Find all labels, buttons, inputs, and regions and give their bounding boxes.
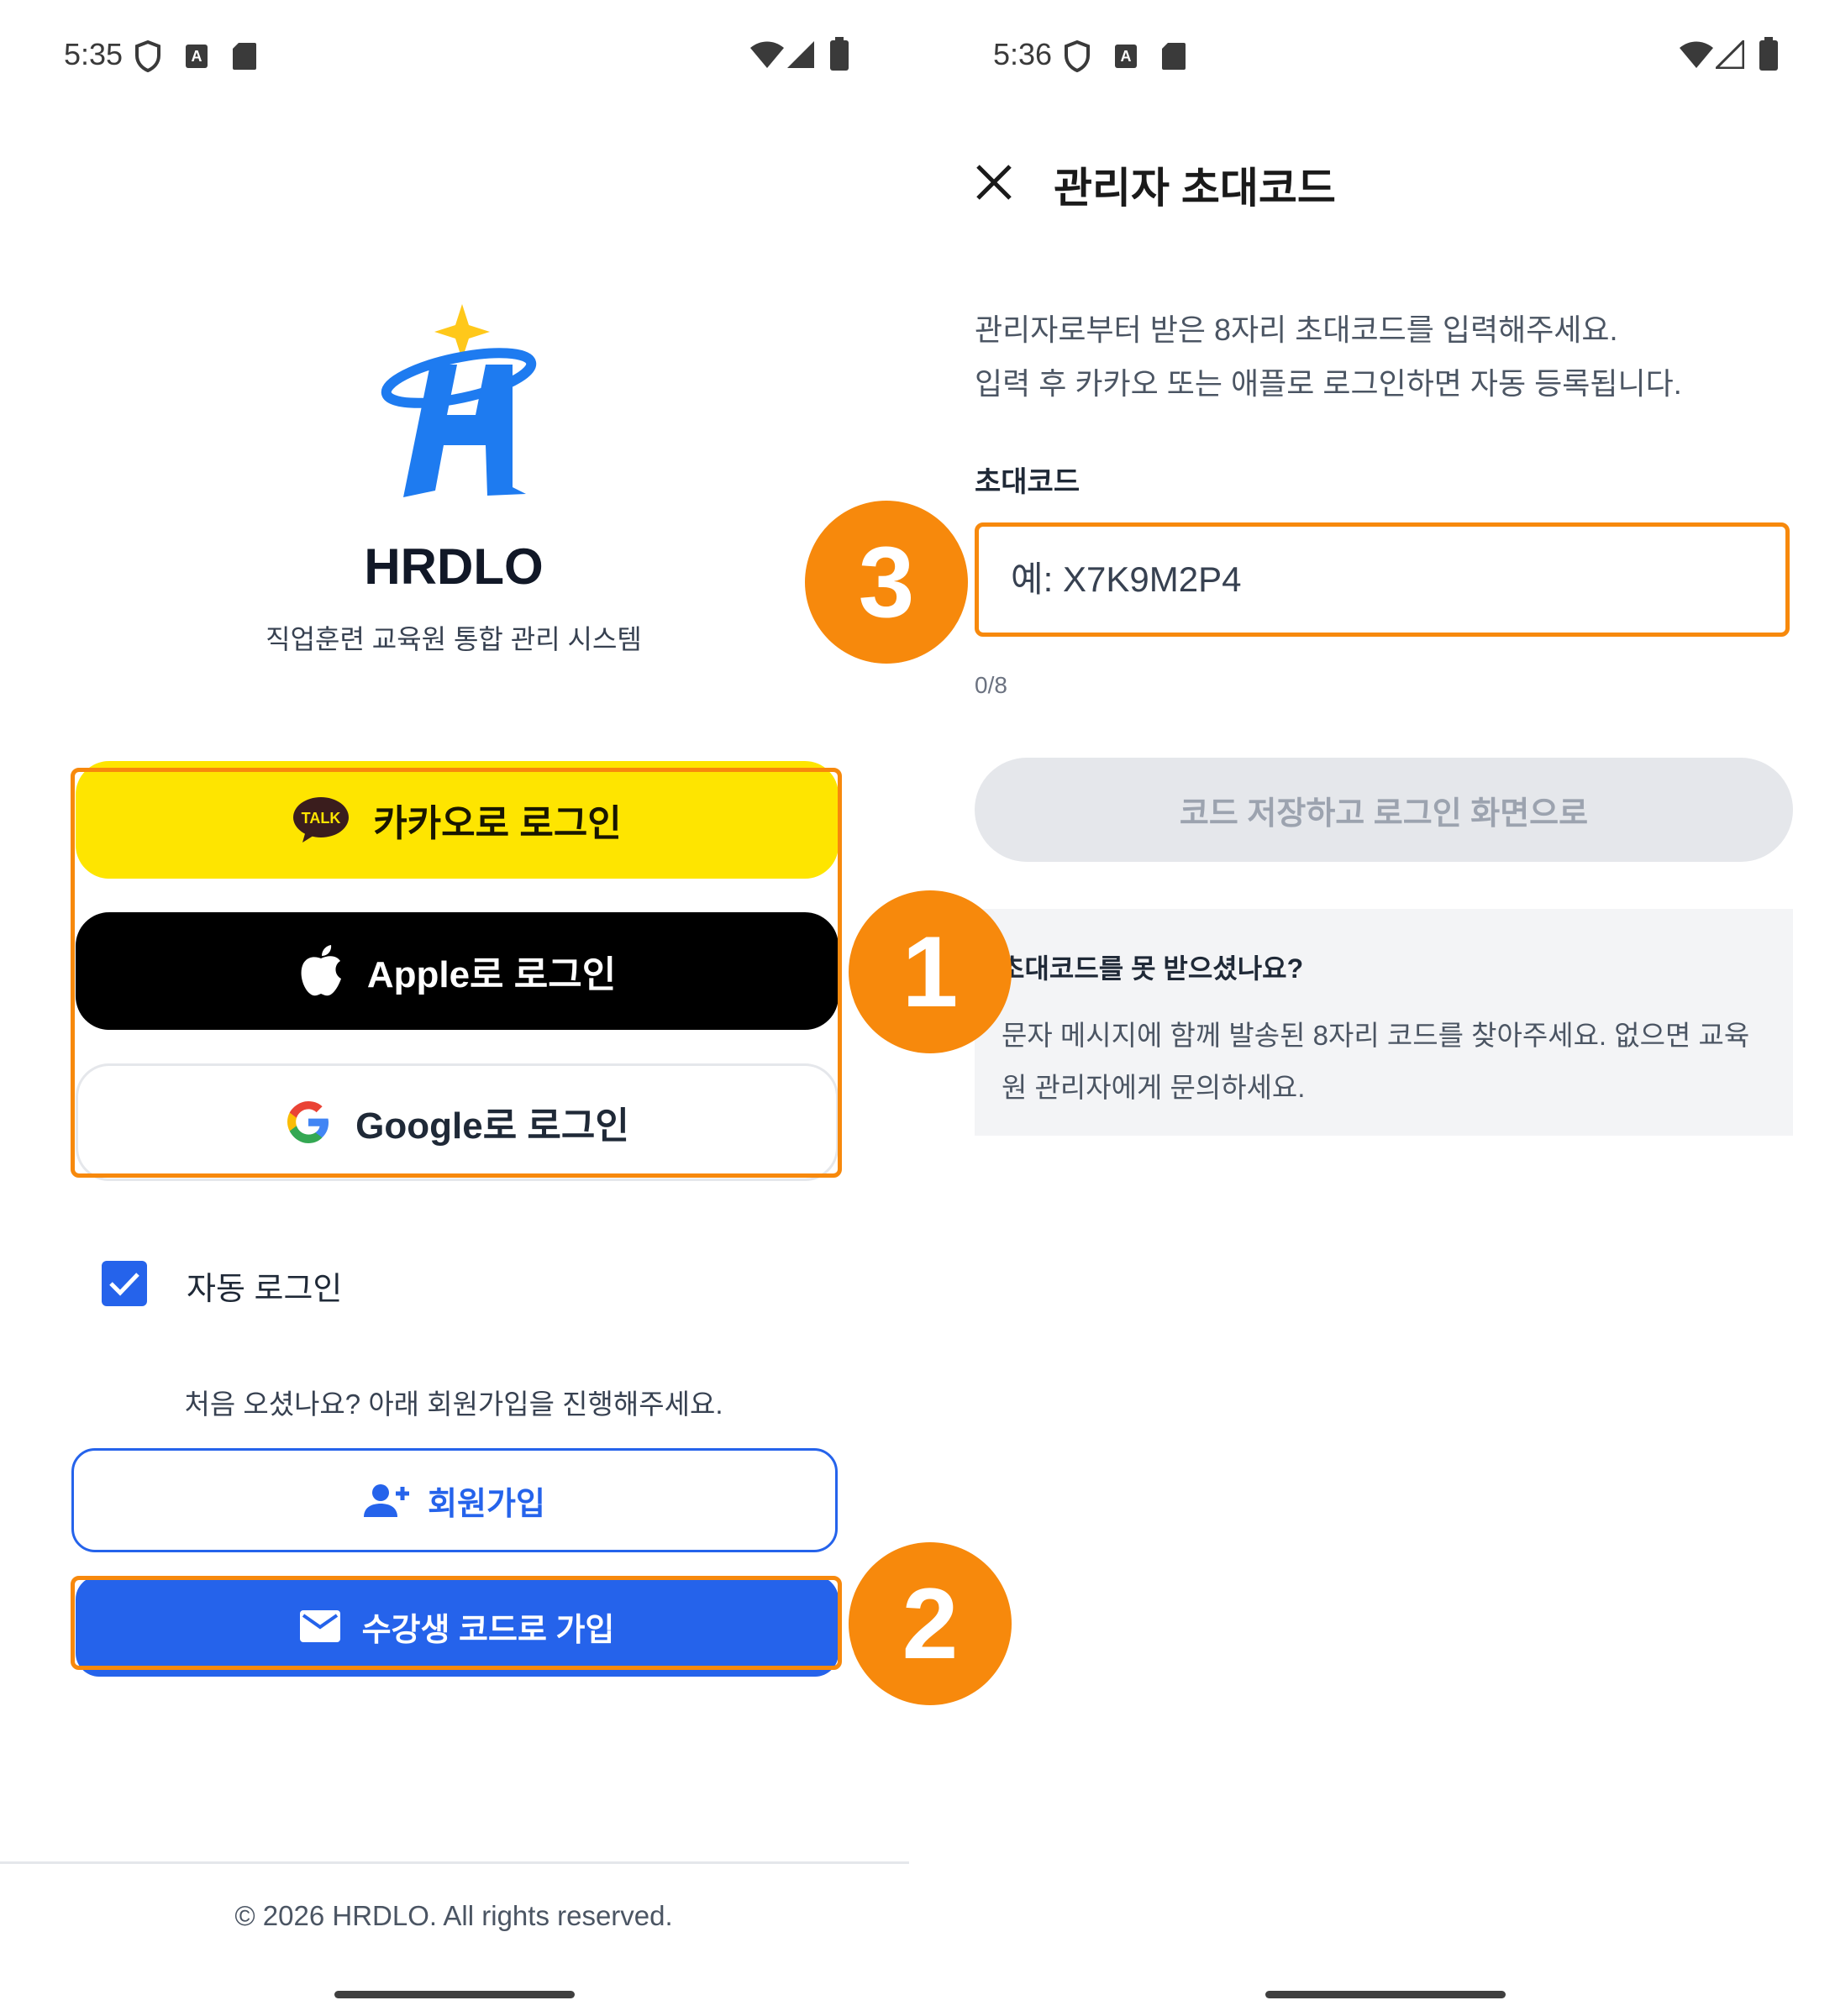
brand-subtitle: 직업훈련 교육원 통합 관리 시스템 (266, 624, 642, 654)
keyboard-a-icon: A (1115, 45, 1137, 68)
step-badge-2: 2 (849, 1542, 1012, 1705)
help-text-line-2: 원 관리자에게 문의하세요. (1002, 1072, 1306, 1103)
first-visit-text: 처음 오셨나요? 아래 회원가입을 진행해주세요. (184, 1389, 723, 1420)
home-indicator[interactable] (334, 1991, 575, 1998)
wifi-icon (750, 41, 784, 68)
page-title: 관리자 초대코드 (1054, 165, 1336, 212)
cellular-signal-icon (787, 41, 814, 68)
invite-code-label: 초대코드 (975, 466, 1080, 498)
shield-icon (1065, 40, 1090, 72)
highlight-frame-social (71, 768, 842, 1178)
cellular-signal-icon (1716, 40, 1744, 69)
footer-divider (0, 1861, 909, 1864)
description-line-2: 입력 후 카카오 또는 애플로 로그인하면 자동 등록됩니다. (975, 366, 1682, 401)
hrdlo-logo-icon (381, 304, 537, 497)
check-icon (109, 1273, 139, 1296)
step-badge-3: 3 (805, 501, 968, 664)
auto-login-label: 자동 로그인 (187, 1272, 343, 1307)
keyboard-a-icon: A (186, 45, 208, 68)
battery-icon (830, 37, 849, 71)
sd-card-icon (1162, 43, 1186, 70)
status-time: 5:36 (993, 37, 1053, 71)
save-code-label: 코드 저장하고 로그인 화면으로 (1179, 795, 1589, 832)
help-title: 초대코드를 못 받으셨나요? (1000, 953, 1304, 984)
brand-title: HRDLO (364, 538, 544, 595)
highlight-frame-student (71, 1576, 842, 1670)
auto-login-checkbox[interactable] (102, 1261, 147, 1306)
description-line-1: 관리자로부터 받은 8자리 초대코드를 입력해주세요. (975, 312, 1618, 347)
svg-text:A: A (192, 48, 202, 65)
battery-icon (1759, 37, 1778, 71)
signup-button[interactable]: 회원가입 (71, 1448, 838, 1552)
signup-label: 회원가입 (428, 1486, 545, 1522)
char-counter: 0/8 (975, 672, 1007, 698)
invite-code-input[interactable] (975, 522, 1790, 637)
svg-text:A: A (1121, 48, 1132, 65)
sd-card-icon (233, 43, 256, 70)
wifi-icon (1680, 41, 1713, 68)
save-code-button[interactable]: 코드 저장하고 로그인 화면으로 (975, 758, 1793, 862)
copyright-text: © 2026 HRDLO. All rights reserved. (234, 1900, 673, 1931)
status-time: 5:35 (64, 37, 124, 71)
close-icon[interactable] (973, 161, 1015, 203)
shield-icon (135, 40, 160, 72)
help-text-line-1: 문자 메시지에 함께 발송된 8자리 코드를 찾아주세요. 없으면 교육 (1002, 1020, 1750, 1051)
step-badge-1: 1 (849, 890, 1012, 1053)
home-indicator[interactable] (1265, 1991, 1506, 1998)
person-add-icon (364, 1484, 410, 1517)
